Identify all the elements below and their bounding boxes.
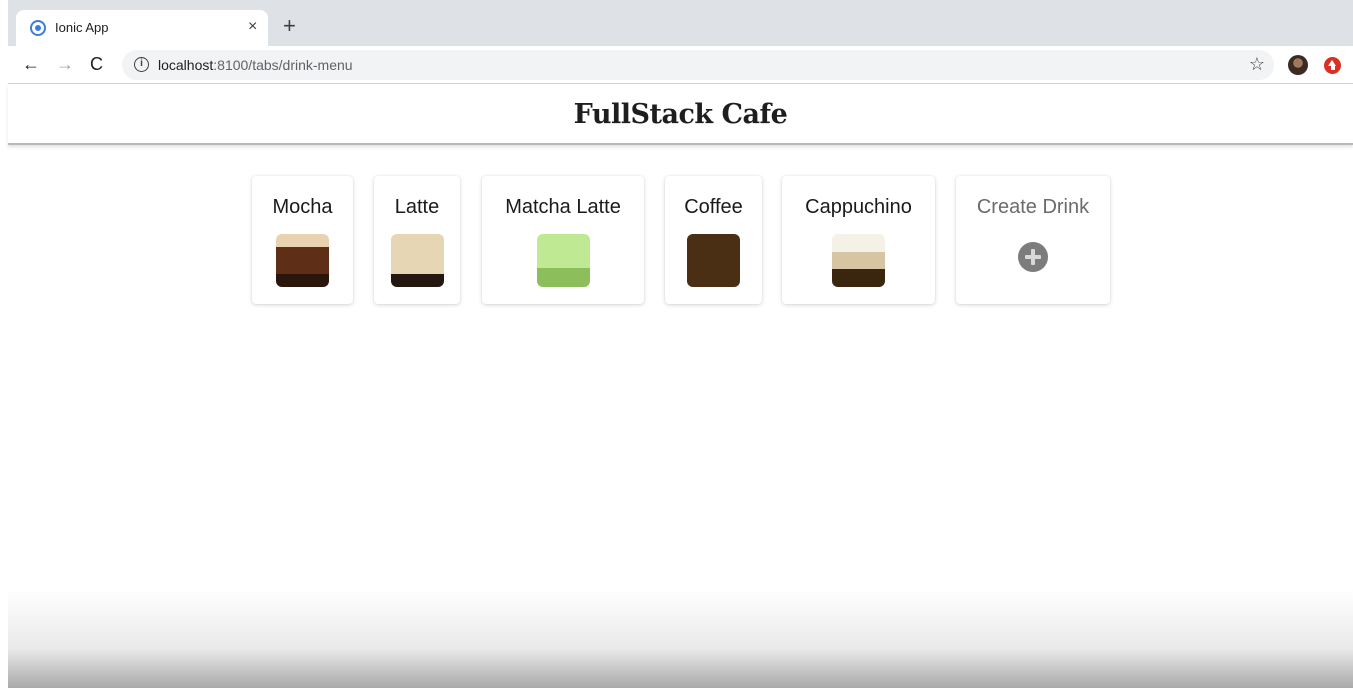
bottom-fade-overlay (8, 590, 1353, 688)
drink-cup-icon (390, 234, 444, 287)
drink-layer (832, 252, 885, 269)
drink-name: Cappuchino (805, 196, 912, 218)
drink-layer (390, 274, 444, 287)
drink-layer (832, 269, 885, 287)
drink-name: Latte (394, 196, 440, 218)
drink-layer (536, 234, 590, 268)
drink-cup-icon (832, 234, 885, 287)
tab-close-icon[interactable]: × (248, 18, 257, 36)
url-path: :8100/tabs/drink-menu (213, 57, 353, 73)
tab-strip: Ionic App × + (8, 0, 1353, 46)
create-drink-label: Create Drink (976, 196, 1090, 218)
browser-window: Ionic App × + ← → C i localhost:8100/tab… (8, 0, 1353, 688)
drink-card-latte[interactable]: Latte (374, 176, 460, 304)
drink-name: Coffee (684, 196, 743, 218)
drink-layer (687, 234, 740, 287)
drink-layer (276, 234, 329, 247)
bookmark-star-icon[interactable]: ☆ (1249, 54, 1265, 75)
app-header: FullStack Cafe (8, 85, 1353, 145)
drink-card-mocha[interactable]: Mocha (252, 176, 353, 304)
drink-name: Mocha (272, 196, 333, 218)
forward-arrow-icon[interactable]: → (56, 54, 74, 74)
drink-layer (536, 268, 590, 287)
drink-card-matcha-latte[interactable]: Matcha Latte (482, 176, 644, 304)
url-host: localhost (158, 57, 214, 73)
drink-cup-icon (276, 234, 329, 287)
browser-toolbar: ← → C i localhost:8100/tabs/drink-menu ☆ (8, 46, 1353, 84)
url-text[interactable]: localhost:8100/tabs/drink-menu (158, 57, 353, 73)
browser-tab[interactable]: Ionic App × (16, 10, 268, 46)
profile-avatar[interactable] (1288, 55, 1308, 75)
back-arrow-icon[interactable]: ← (22, 54, 40, 74)
drink-layer (276, 274, 329, 287)
drink-cup-icon (536, 234, 590, 287)
create-drink-card[interactable]: Create Drink (956, 176, 1110, 304)
drink-name: Matcha Latte (505, 196, 621, 218)
drink-cup-icon (687, 234, 740, 287)
drink-layer (832, 234, 885, 252)
extension-update-icon[interactable] (1324, 57, 1341, 74)
drink-card-cappuchino[interactable]: Cappuchino (782, 176, 935, 304)
add-circle-icon[interactable] (1018, 242, 1048, 272)
tab-title: Ionic App (55, 20, 109, 35)
reload-icon[interactable]: C (90, 54, 103, 74)
address-bar[interactable]: i localhost:8100/tabs/drink-menu ☆ (122, 50, 1274, 80)
drink-layer (276, 247, 329, 274)
new-tab-button[interactable]: + (283, 15, 296, 37)
drink-layer (390, 234, 444, 274)
drink-card-coffee[interactable]: Coffee (665, 176, 762, 304)
page-title: FullStack Cafe (573, 99, 788, 130)
ionic-favicon-icon (30, 20, 46, 36)
info-icon[interactable]: i (134, 57, 149, 72)
